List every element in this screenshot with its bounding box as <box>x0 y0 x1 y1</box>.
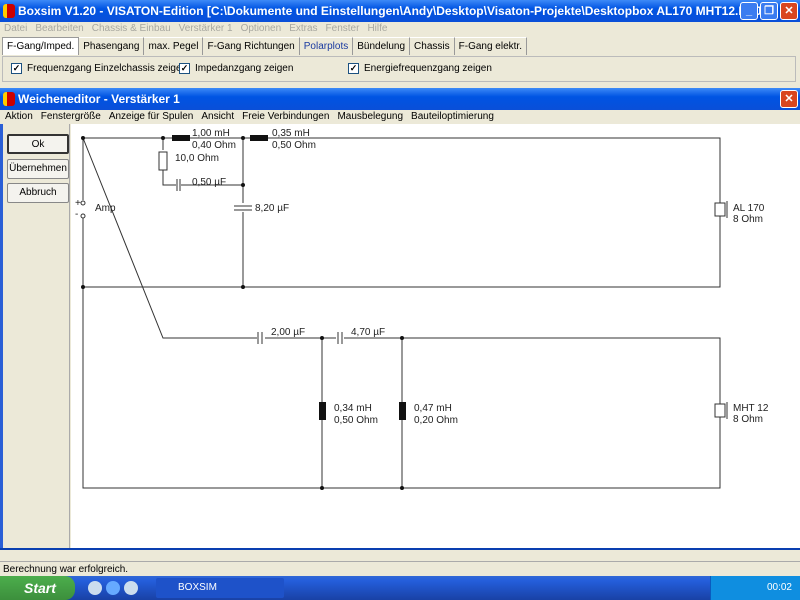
speaker2-name[interactable]: MHT 12 <box>733 403 768 414</box>
amp-plus-label: + <box>75 198 81 209</box>
inductor-l1 <box>172 135 190 141</box>
resistor-r1 <box>158 151 168 171</box>
quicklaunch-desktop-icon[interactable] <box>88 581 102 595</box>
capacitor-c2 <box>234 205 252 211</box>
l1-resistance[interactable]: 0,40 Ohm <box>192 140 236 151</box>
speaker-al170-icon <box>714 201 728 218</box>
c2-value[interactable]: 8,20 µF <box>255 203 289 214</box>
wires <box>82 137 721 489</box>
speaker1-name[interactable]: AL 170 <box>733 203 764 214</box>
c1-value[interactable]: 0,50 µF <box>192 177 226 188</box>
window-bottom-edge <box>0 548 800 560</box>
quicklaunch-media-icon[interactable] <box>124 581 138 595</box>
inductor-l4 <box>399 402 406 420</box>
amp-label: Amp <box>95 203 116 214</box>
start-button[interactable]: Start <box>0 576 75 600</box>
speaker-mht12-icon <box>714 402 728 419</box>
amp-minus-label: - <box>75 209 79 220</box>
taskbar-item-boxsim[interactable]: BOXSIM <box>156 578 284 598</box>
inductor-l3 <box>319 402 326 420</box>
amp-minus-terminal <box>80 213 86 219</box>
speaker1-impedance: 8 Ohm <box>733 214 764 225</box>
l3-resistance[interactable]: 0,50 Ohm <box>334 415 378 426</box>
l3-value[interactable]: 0,34 mH <box>334 403 372 414</box>
quicklaunch-ie-icon[interactable] <box>106 581 120 595</box>
amp-plus-terminal <box>80 200 86 206</box>
system-tray: 00:02 <box>710 576 800 600</box>
clock: 00:02 <box>766 582 792 593</box>
inductor-l2 <box>250 135 268 141</box>
capacitor-c1 <box>176 179 181 191</box>
speaker2-impedance: 8 Ohm <box>733 414 764 425</box>
l4-resistance[interactable]: 0,20 Ohm <box>414 415 458 426</box>
r1-value[interactable]: 10,0 Ohm <box>175 153 219 164</box>
taskbar: Start BOXSIM 00:02 <box>0 576 800 600</box>
l2-resistance[interactable]: 0,50 Ohm <box>272 140 316 151</box>
status-bar: Berechnung war erfolgreich. <box>0 561 800 576</box>
l1-value[interactable]: 1,00 mH <box>192 128 230 139</box>
l4-value[interactable]: 0,47 mH <box>414 403 452 414</box>
circuit-diagram <box>80 135 728 490</box>
c3-value[interactable]: 2,00 µF <box>271 327 305 338</box>
c4-value[interactable]: 4,70 µF <box>351 327 385 338</box>
l2-value[interactable]: 0,35 mH <box>272 128 310 139</box>
